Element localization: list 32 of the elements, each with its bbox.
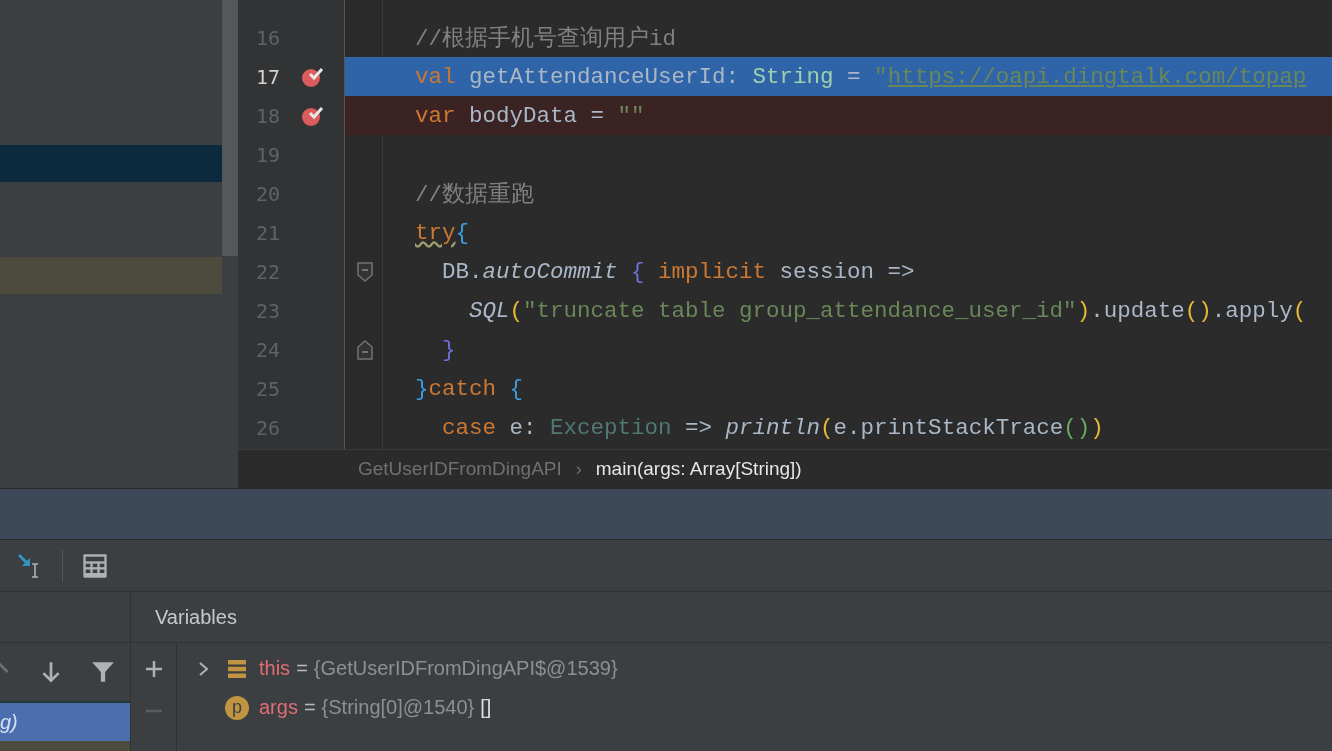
variable-value: {String[0]@1540} bbox=[321, 696, 475, 719]
code-text: //数据重跑 bbox=[415, 182, 534, 208]
add-icon[interactable] bbox=[143, 659, 164, 679]
breadcrumb-item[interactable]: GetUserIDFromDingAPI bbox=[358, 458, 562, 480]
variable-name: args bbox=[259, 696, 298, 719]
code-text: case e: Exception => println(e.printStackTrace()) bbox=[441, 414, 1104, 441]
code-text: var bodyData = "" bbox=[415, 102, 645, 129]
code-text: val getAttendanceUserId: String = "https://oapi.dingtalk.com/topap bbox=[415, 63, 1307, 90]
variable-value: [] bbox=[480, 696, 492, 719]
line-number: 17 bbox=[254, 64, 280, 89]
breadcrumb-separator: › bbox=[575, 458, 582, 480]
chevron-right-icon[interactable] bbox=[198, 660, 210, 677]
code-text: }catch { bbox=[415, 375, 524, 402]
fold-icon[interactable] bbox=[357, 261, 373, 282]
stack-icon bbox=[227, 658, 247, 679]
parameter-badge: p bbox=[225, 695, 249, 720]
scrollbar[interactable] bbox=[222, 0, 238, 256]
stack-frame[interactable]: g) bbox=[0, 703, 130, 741]
filter-icon[interactable] bbox=[90, 659, 116, 685]
code-text: SQL("truncate table group_attendance_user_id").update().apply( bbox=[468, 297, 1307, 324]
code-text: DB.autoCommit { implicit session => bbox=[441, 258, 915, 285]
fold-icon[interactable] bbox=[357, 339, 373, 360]
equals-sign: = bbox=[303, 696, 316, 719]
code-text: try{ bbox=[415, 219, 470, 246]
calculator-icon[interactable] bbox=[81, 551, 109, 580]
variable-value: {GetUserIDFromDingAPI$@1539} bbox=[313, 657, 618, 680]
variable-name: this bbox=[259, 657, 291, 680]
equals-sign: = bbox=[296, 657, 308, 680]
code-text: //根据手机号查询用户id bbox=[415, 26, 676, 52]
code-text: } bbox=[441, 336, 456, 363]
panel-title: Variables bbox=[155, 605, 237, 629]
breadcrumb-item[interactable]: main(args: Array[String]) bbox=[595, 458, 802, 480]
